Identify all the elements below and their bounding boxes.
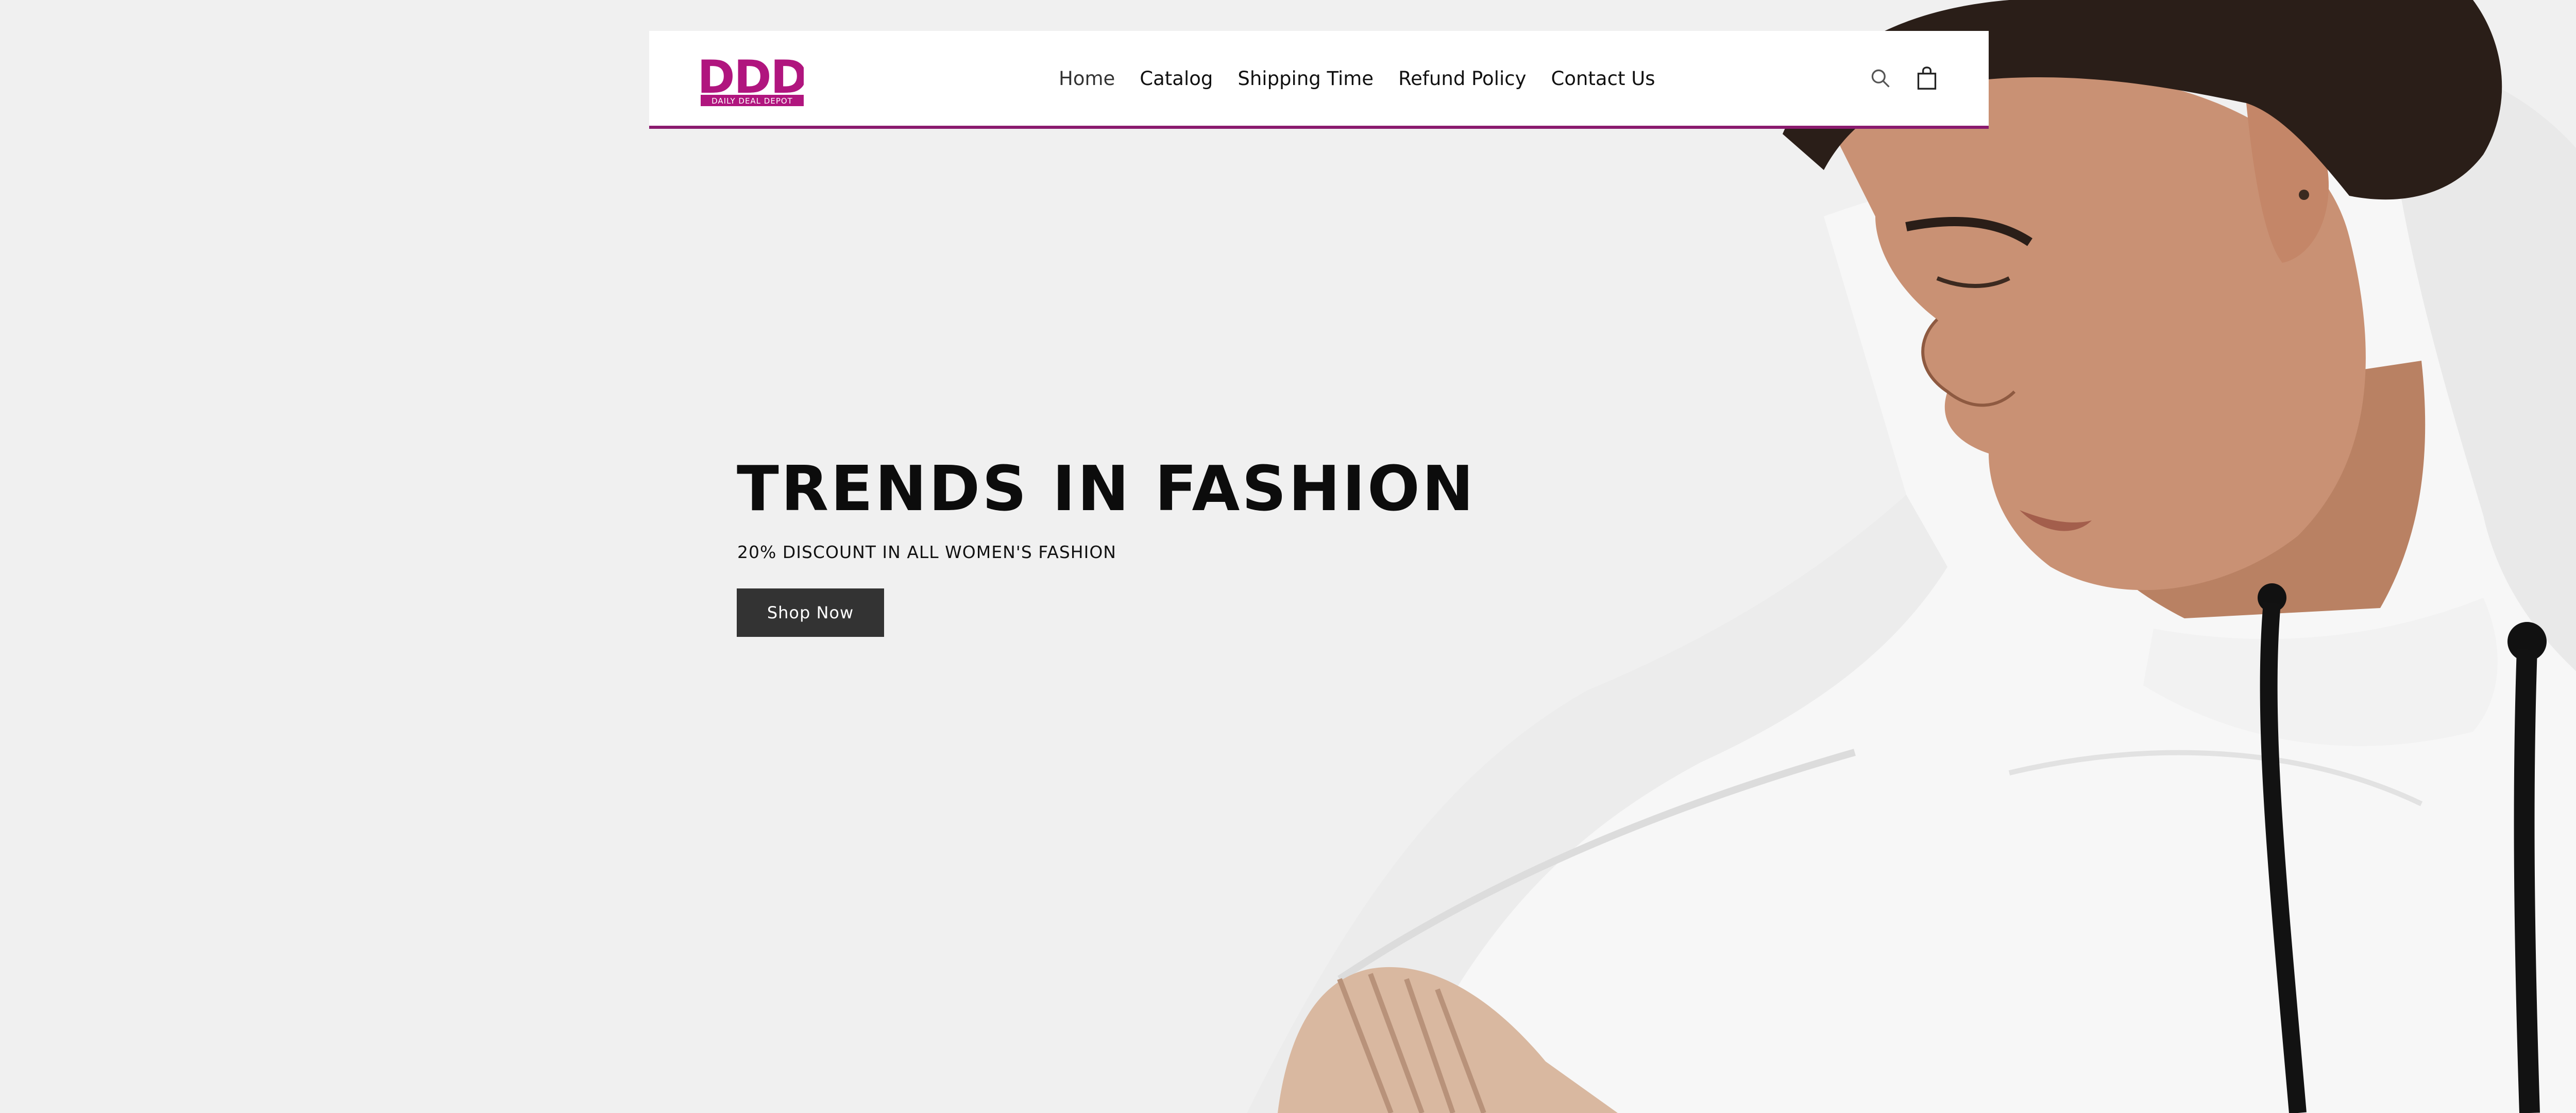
svg-text:DAILY DEAL DEPOT: DAILY DEAL DEPOT xyxy=(711,96,793,106)
shop-now-button[interactable]: Shop Now xyxy=(737,588,884,637)
nav-item-contact-us[interactable]: Contact Us xyxy=(1551,68,1655,90)
hero-model-image xyxy=(1247,0,2576,1113)
hero-banner xyxy=(0,0,2576,1113)
search-icon[interactable] xyxy=(1866,62,1895,95)
nav-item-catalog[interactable]: Catalog xyxy=(1140,68,1213,90)
site-header: DDD DAILY DEAL DEPOT Home Catalog Shippi… xyxy=(649,31,1989,129)
header-actions xyxy=(1866,62,1941,95)
nav-item-home[interactable]: Home xyxy=(1059,68,1115,90)
hero-subtitle: 20% DISCOUNT IN ALL WOMEN'S FASHION xyxy=(737,542,1116,562)
main-nav: Home Catalog Shipping Time Refund Policy… xyxy=(1059,31,1680,126)
brand-logo[interactable]: DDD DAILY DEAL DEPOT xyxy=(701,53,804,108)
shopping-bag-icon[interactable] xyxy=(1912,62,1941,95)
nav-item-refund-policy[interactable]: Refund Policy xyxy=(1398,68,1526,90)
hero-title: TRENDS IN FASHION xyxy=(737,453,1476,525)
nav-item-shipping-time[interactable]: Shipping Time xyxy=(1238,68,1374,90)
